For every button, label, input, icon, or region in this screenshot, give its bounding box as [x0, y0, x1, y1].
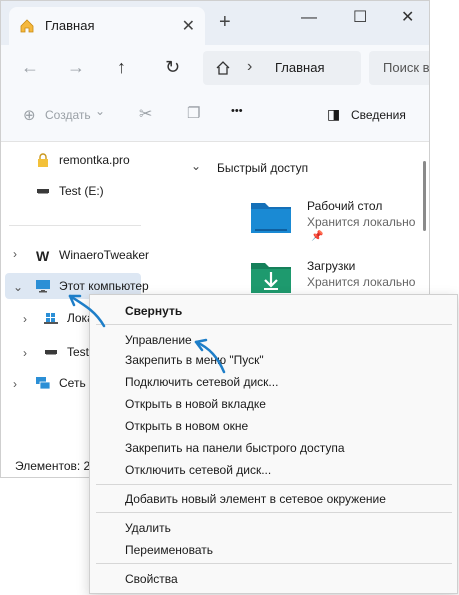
search-box[interactable]: Поиск в [369, 51, 430, 85]
status-bar-text: Элементов: 2 [15, 459, 91, 473]
title-bar: Главная ✕ + — ☐ ✕ [1, 1, 429, 45]
menu-item-manage[interactable]: Управление [125, 333, 192, 347]
chevron-down-icon: ⌄ [95, 104, 106, 118]
svg-text:W: W [36, 248, 50, 263]
sidebar-item-label: Сеть [59, 376, 86, 390]
search-placeholder: Поиск в [383, 60, 430, 75]
menu-separator [96, 512, 452, 513]
cut-icon[interactable]: ✂ [139, 104, 152, 124]
sidebar-item-test-e[interactable]: Test (E:) [35, 180, 104, 202]
address-bar[interactable]: › Главная [203, 51, 361, 85]
up-button[interactable]: ↑ [117, 57, 126, 78]
close-button[interactable]: ✕ [401, 7, 414, 27]
command-bar: ⊕ Создать ⌄ ✂ ❐ ••• ◨ Сведения [1, 93, 429, 142]
details-button[interactable]: Сведения [351, 108, 406, 122]
drive-icon [45, 350, 57, 355]
tab-title: Главная [45, 18, 95, 33]
network-icon [36, 377, 51, 390]
chevron-right-icon: › [247, 58, 253, 75]
chevron-right-icon[interactable]: › [13, 377, 17, 391]
details-pane-icon: ◨ [327, 106, 341, 122]
folder-status: Хранится локально [307, 275, 416, 289]
tab-close-icon[interactable]: ✕ [182, 16, 195, 36]
computer-icon [36, 280, 50, 293]
back-button[interactable]: ← [21, 57, 39, 78]
section-title: Быстрый доступ [217, 161, 309, 175]
plus-circle-icon: ⊕ [23, 107, 36, 124]
sidebar-item-label: remontka.pro [59, 153, 130, 167]
navigation-bar: ← → ↑ ↻ › Главная Поиск в [1, 45, 429, 93]
menu-item-open-new-window[interactable]: Открыть в новом окне [125, 419, 248, 433]
annotation-arrow-icon [194, 338, 226, 374]
menu-item-add-network-location[interactable]: Добавить новый элемент в сетевое окружен… [125, 492, 386, 506]
menu-item-pin-quick-access[interactable]: Закрепить на панели быстрого доступа [125, 441, 345, 455]
refresh-button[interactable]: ↻ [165, 57, 180, 78]
sidebar-item-label: Test (E:) [59, 184, 104, 198]
sidebar-item-test[interactable]: Test [43, 341, 89, 363]
menu-item-properties[interactable]: Свойства [125, 572, 178, 586]
sidebar-item-label: WinaeroTweaker [59, 248, 150, 262]
new-tab-button[interactable]: + [219, 11, 231, 34]
create-button[interactable]: Создать [45, 108, 91, 122]
drive-icon [37, 189, 49, 194]
more-options-button[interactable]: ••• [231, 105, 243, 117]
menu-item-disconnect-network-drive[interactable]: Отключить сетевой диск... [125, 463, 271, 477]
chevron-right-icon[interactable]: › [23, 346, 27, 360]
chevron-right-icon[interactable]: › [13, 247, 17, 261]
annotation-arrow-icon [68, 294, 106, 328]
maximize-button[interactable]: ☐ [353, 7, 367, 27]
folder-name: Рабочий стол [307, 199, 383, 213]
menu-separator [96, 324, 452, 325]
pin-icon: 📌 [311, 231, 324, 242]
home-icon [216, 61, 230, 75]
folder-name: Загрузки [307, 259, 356, 273]
sidebar-item-winaerotweaker[interactable]: W WinaeroTweaker [35, 244, 149, 266]
context-menu: Свернуть Управление Закрепить в меню "Пу… [89, 294, 458, 594]
sidebar-item-network[interactable]: Сеть [35, 372, 86, 394]
chevron-right-icon[interactable]: › [23, 312, 27, 326]
menu-item-rename[interactable]: Переименовать [125, 543, 213, 557]
sidebar-item-label: Test [67, 345, 90, 359]
address-text: Главная [275, 60, 325, 75]
desktop-folder-icon [251, 203, 291, 233]
folder-status: Хранится локально [307, 215, 416, 229]
lock-folder-icon [38, 153, 48, 167]
menu-item-delete[interactable]: Удалить [125, 521, 171, 535]
chevron-down-icon[interactable]: ⌄ [191, 159, 201, 173]
scrollbar[interactable] [423, 161, 426, 231]
windows-drive-icon [44, 313, 58, 324]
forward-button[interactable]: → [67, 57, 85, 78]
winaero-icon: W [36, 248, 50, 263]
copy-icon[interactable]: ❐ [187, 104, 200, 122]
tab-home[interactable]: Главная ✕ [9, 7, 205, 45]
downloads-folder-icon [251, 263, 291, 293]
chevron-down-icon[interactable]: ⌄ [13, 280, 23, 294]
home-icon [20, 19, 34, 33]
divider [9, 225, 141, 226]
menu-item-collapse[interactable]: Свернуть [125, 304, 182, 318]
menu-separator [96, 484, 452, 485]
minimize-button[interactable]: — [301, 9, 317, 27]
sidebar-item-remontka[interactable]: remontka.pro [35, 149, 130, 171]
menu-separator [96, 563, 452, 564]
menu-item-open-new-tab[interactable]: Открыть в новой вкладке [125, 397, 266, 411]
